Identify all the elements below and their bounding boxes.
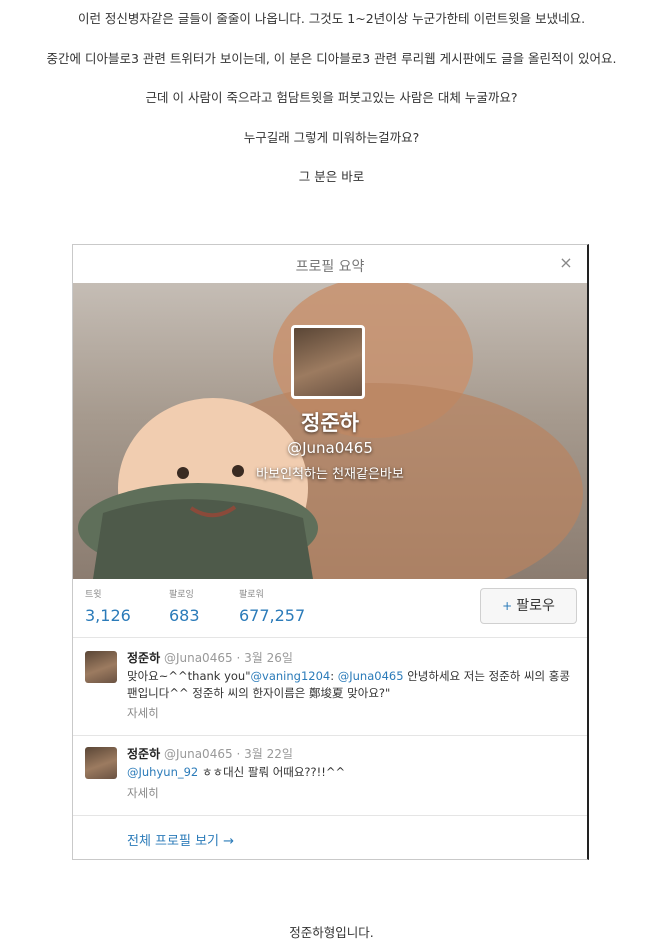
- tweet-separator: ·: [236, 747, 241, 761]
- tweet-item[interactable]: 정준하 @Juna0465 · 3월 26일 맞아요~^^thank you"@…: [73, 637, 587, 736]
- stat-following-value: 683: [169, 606, 200, 625]
- stat-following-label: 팔로잉: [169, 590, 194, 600]
- post-footer: 정준하형입니다.: [289, 925, 374, 940]
- stat-tweets-value: 3,126: [85, 606, 131, 625]
- stat-tweets-label: 트윗: [85, 590, 102, 600]
- card-header: 프로필 요약 ×: [73, 245, 587, 284]
- tweet-date[interactable]: 3월 26일: [244, 651, 293, 665]
- add-user-icon: +: [502, 599, 513, 613]
- profile-handle[interactable]: @Juna0465: [73, 439, 587, 457]
- tweet-avatar[interactable]: [85, 747, 117, 779]
- card-title: 프로필 요약: [295, 259, 365, 275]
- tweet-text-part: :: [330, 669, 338, 683]
- tweet-author-name[interactable]: 정준하: [127, 747, 160, 761]
- stat-following[interactable]: 팔로잉 683: [169, 587, 200, 625]
- profile-summary-card: 프로필 요약 × 정준하 @Juna0465 바보인척하는 천재같은바보 트윗 …: [72, 244, 589, 860]
- profile-banner: 정준하 @Juna0465 바보인척하는 천재같은바보: [73, 283, 587, 579]
- profile-bio: 바보인척하는 천재같은바보: [256, 467, 404, 482]
- mention-link[interactable]: @Juhyun_92: [127, 765, 198, 779]
- profile-stats: 트윗 3,126 팔로잉 683 팔로워 677,257 + 팔로우: [73, 579, 587, 638]
- tweet-details-link[interactable]: 자세히: [127, 705, 159, 721]
- profile-name[interactable]: 정준하: [73, 407, 587, 437]
- tweet-header: 정준하 @Juna0465 · 3월 26일: [127, 649, 293, 666]
- tweet-author-handle[interactable]: @Juna0465: [164, 651, 233, 665]
- stat-followers-label: 팔로워: [239, 590, 264, 600]
- tweet-text: 맞아요~^^thank you"@vaning1204: @Juna0465 안…: [127, 668, 570, 702]
- full-profile-link[interactable]: 전체 프로필 보기 →: [127, 830, 234, 849]
- tweet-text-part: 맞아요~^^thank you": [127, 669, 251, 683]
- post-line-3: 근데 이 사람이 죽으라고 험담트윗을 퍼붓고있는 사람은 대체 누굴까요?: [145, 90, 518, 105]
- close-icon[interactable]: ×: [557, 254, 575, 272]
- post-line-4: 누구길래 그렇게 미워하는걸까요?: [243, 130, 420, 145]
- tweet-text-part: 팬입니다^^ 정준하 씨의 한자이름은 鄭埈夏 맞아요?": [127, 686, 391, 700]
- mention-link[interactable]: @Juna0465: [338, 669, 404, 683]
- follow-label: 팔로우: [516, 598, 555, 614]
- tweet-separator: ·: [236, 651, 241, 665]
- tweet-author-handle[interactable]: @Juna0465: [164, 747, 233, 761]
- tweet-header: 정준하 @Juna0465 · 3월 22일: [127, 745, 293, 762]
- post-line-1: 이런 정신병자같은 글들이 줄줄이 나옵니다. 그것도 1~2년이상 누군가한테…: [77, 11, 586, 26]
- stat-followers-value: 677,257: [239, 606, 306, 625]
- post-line-5: 그 분은 바로: [298, 169, 365, 184]
- stat-tweets[interactable]: 트윗 3,126: [85, 587, 131, 625]
- tweet-avatar[interactable]: [85, 651, 117, 683]
- tweet-details-link[interactable]: 자세히: [127, 785, 159, 801]
- tweet-text-part: ㅎㅎ대신 팔뤄 어때요??!!^^: [198, 765, 346, 779]
- mention-link[interactable]: @vaning1204: [251, 669, 331, 683]
- tweet-text: @Juhyun_92 ㅎㅎ대신 팔뤄 어때요??!!^^: [127, 764, 345, 781]
- post-line-2: 중간에 디아블로3 관련 트위터가 보이는데, 이 분은 디아블로3 관련 루리…: [46, 51, 617, 66]
- tweet-date[interactable]: 3월 22일: [244, 747, 293, 761]
- follow-button[interactable]: + 팔로우: [480, 588, 577, 624]
- stat-followers[interactable]: 팔로워 677,257: [239, 587, 305, 625]
- tweet-author-name[interactable]: 정준하: [127, 651, 160, 665]
- tweet-text-part: 안녕하세요 저는 정준하 씨의 홍콩: [403, 669, 570, 683]
- profile-avatar[interactable]: [291, 325, 365, 399]
- tweet-item[interactable]: 정준하 @Juna0465 · 3월 22일 @Juhyun_92 ㅎㅎ대신 팔…: [73, 735, 587, 816]
